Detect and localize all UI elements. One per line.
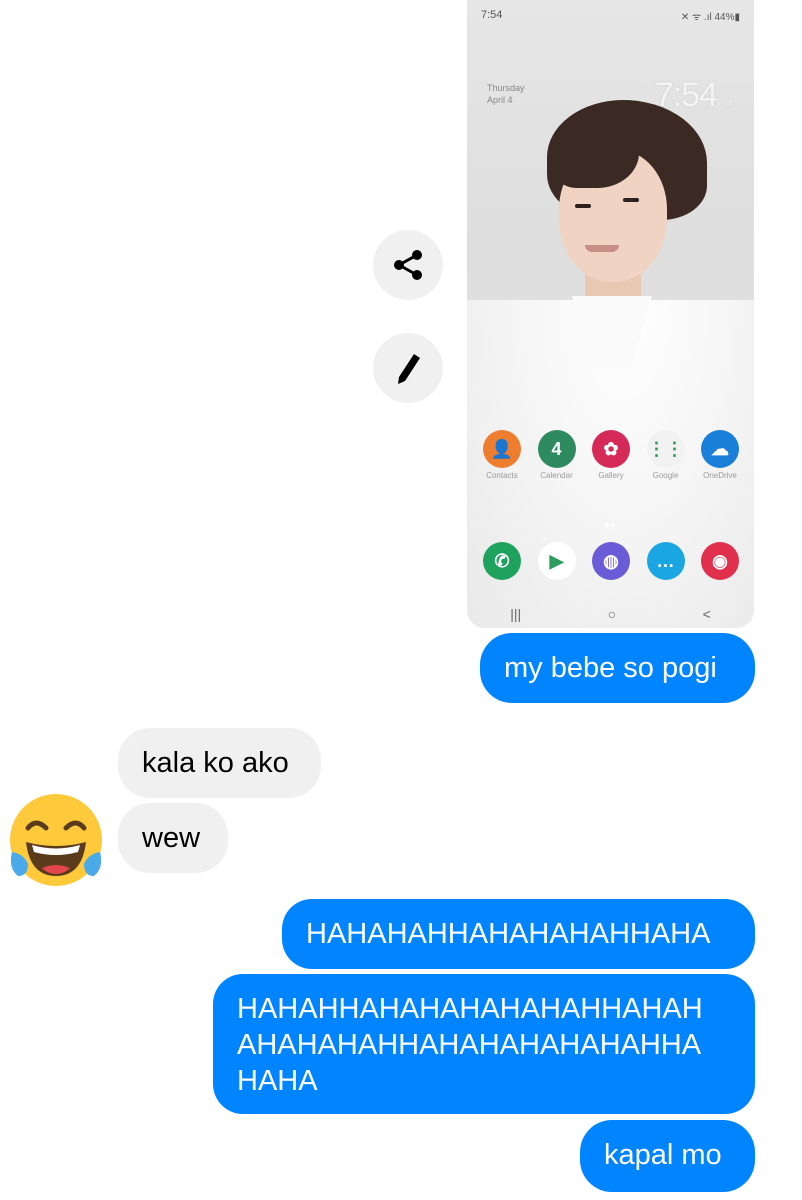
app-glyph-icon: 👤 — [483, 430, 521, 468]
app-icon-dock-4: … — [645, 542, 687, 580]
app-icon-contacts: 👤 Contacts — [481, 430, 523, 480]
app-label: Google — [652, 471, 679, 480]
clock-suffix: PM — [717, 98, 732, 109]
message-text: kapal mo — [604, 1139, 722, 1171]
app-label: Calendar — [540, 471, 573, 480]
app-glyph-icon: ⋮⋮ — [646, 430, 685, 468]
message-text: wew — [142, 822, 201, 854]
phone-nav-bar: ||| ○ < — [467, 600, 754, 628]
person-eye-right — [623, 198, 639, 202]
person-mouth — [585, 245, 619, 252]
app-icon-google: ⋮⋮ Google — [645, 430, 687, 480]
app-icon-calendar: 4 Calendar — [536, 430, 578, 480]
app-glyph-icon: 4 — [537, 430, 576, 468]
back-icon: < — [702, 606, 711, 622]
person-fringe — [555, 118, 639, 188]
message-text: my bebe so pogi — [504, 652, 717, 684]
app-icon-gallery: ✿ Gallery — [590, 430, 632, 480]
phone-status-icons: ✕ ᯤ .ıl 44%▮ — [680, 12, 740, 23]
phone-status-time: 7:54 — [481, 9, 503, 21]
home-icon: ○ — [607, 606, 617, 622]
person-eye-left — [575, 204, 591, 208]
laughing-emoji-icon — [10, 794, 102, 886]
lockscreen-date-text: April 4 — [487, 95, 513, 105]
app-label: Contacts — [486, 471, 518, 480]
message-sent-3[interactable]: HAHAHHAHAHAHAHAHAHHAHAH AHAHAHAHHAHAHAHA… — [213, 974, 755, 1114]
edit-button[interactable] — [373, 333, 443, 403]
message-sent-4[interactable]: kapal mo — [580, 1120, 755, 1192]
lockscreen-clock: 7:54PM — [655, 76, 732, 115]
image-attachment[interactable]: 7:54 ✕ ᯤ .ıl 44%▮ Thursday April 4 7:54P… — [467, 0, 754, 628]
phone-status-bar: 7:54 ✕ ᯤ .ıl 44%▮ — [467, 0, 754, 30]
app-label: Gallery — [598, 471, 624, 480]
share-icon — [394, 250, 422, 280]
app-icon-dock-3: ◍ — [590, 542, 632, 580]
lockscreen-date: Thursday April 4 — [487, 82, 525, 106]
app-icon-onedrive: ☁ OneDrive — [699, 430, 741, 480]
app-glyph-icon: ✆ — [483, 542, 521, 580]
pencil-icon — [398, 354, 420, 384]
app-icon-dock-2: ▶ — [536, 542, 578, 580]
clock-time: 7:54 — [654, 76, 718, 114]
message-sent-1[interactable]: my bebe so pogi — [480, 633, 755, 703]
message-received-1[interactable]: kala ko ako — [118, 728, 321, 798]
app-glyph-icon: ◍ — [592, 542, 630, 580]
lockscreen-day: Thursday — [487, 83, 525, 93]
app-dock: ✆ ▶ ◍ … ◉ — [481, 542, 741, 580]
app-row-1: 👤 Contacts 4 Calendar ✿ Gallery ⋮⋮ Google ☁ OneDr… — [481, 430, 741, 480]
message-sent-2[interactable]: HAHAHAHHAHAHAHAHHAHA — [282, 899, 755, 969]
app-glyph-icon: ◉ — [701, 542, 739, 580]
app-label: OneDrive — [703, 471, 737, 480]
app-glyph-icon: ✿ — [592, 430, 630, 468]
message-text: HAHAHHAHAHAHAHAHAHHAHAH AHAHAHAHHAHAHAHA… — [237, 993, 703, 1097]
app-icon-dock-5: ◉ — [699, 542, 741, 580]
message-text: HAHAHAHHAHAHAHAHHAHA — [306, 918, 711, 950]
app-icon-dock-1: ✆ — [481, 542, 523, 580]
app-glyph-icon: … — [646, 542, 685, 580]
message-text: kala ko ako — [142, 747, 289, 779]
recents-icon: ||| — [510, 606, 522, 622]
app-glyph-icon: ☁ — [701, 430, 739, 468]
page-indicator — [605, 514, 617, 527]
share-button[interactable] — [373, 230, 443, 300]
message-received-2[interactable]: wew — [118, 803, 228, 873]
app-glyph-icon: ▶ — [537, 542, 576, 580]
